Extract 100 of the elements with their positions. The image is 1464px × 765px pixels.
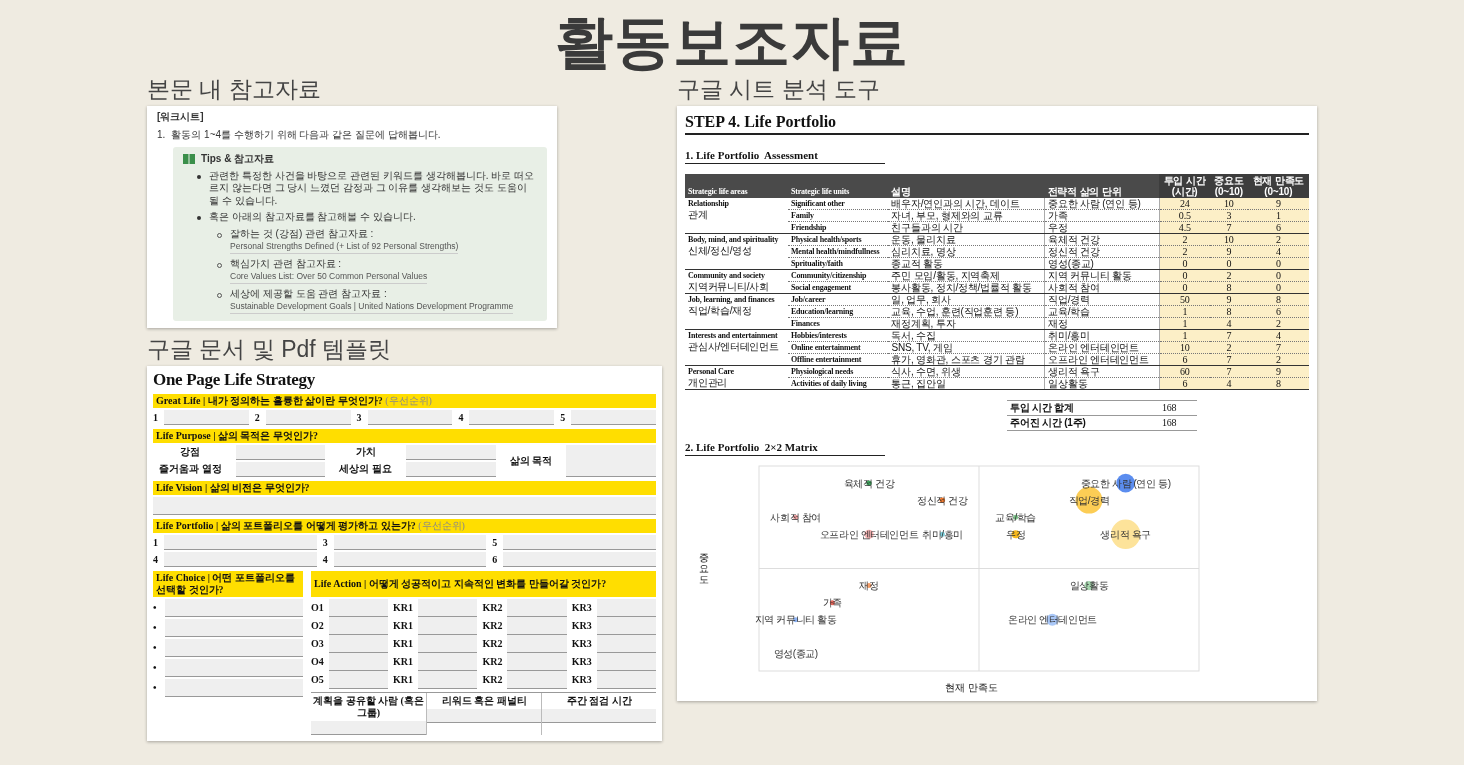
table-cell: 10 [1210,198,1248,210]
field-label: 즐거움과 열정 [158,462,223,476]
priority-note: (우선순위) [418,519,465,531]
table-cell: 식사, 수면, 위생 [888,365,1045,378]
table-cell: 교육, 수업, 훈련(직업훈련 등) [888,305,1045,318]
table-cell-text: Community and society [688,270,766,281]
table-cell: Community/citizenship [788,269,889,282]
key-result-label: KR3 [571,636,592,651]
section-heading: 본문 내 참고자료 [147,76,321,102]
table-cell-text: Interests and entertainment [688,330,779,341]
bubble-label: 재정 [859,580,879,592]
fill-in-field [328,598,389,617]
section-title: 2. Life Portfolio 2×2 Matrix [685,440,818,455]
bullet-mark: • [153,640,157,655]
sheet-title: STEP 4. Life Portfolio [685,112,837,132]
field-number: 4 [153,552,158,567]
key-result-label: KR2 [482,618,503,633]
field-label: 삶의 목적 [508,453,554,468]
bullet-mark: • [153,680,157,695]
table-cell: 오프라인 엔터테인먼트 [1044,353,1160,366]
reference-link[interactable]: Personal Strengths Defined (+ List of 92 Personal Strengths) [230,240,459,254]
bubble-label: 사회적 참여 [770,511,821,523]
table-cell-text: Relationship [688,198,730,209]
table-cell: 일, 업무, 회사 [888,293,1045,306]
table-cell: 주어진 시간 (1주) [1007,415,1159,431]
table-cell: Offline entertainment [788,353,889,366]
objective-label: O4 [311,654,324,669]
key-result-label: KR1 [393,654,414,669]
reference-link[interactable]: Core Values List: Over 50 Common Personal Values [230,270,428,284]
axis-label: 중요도 [699,552,709,585]
key-result-label: KR3 [571,654,592,669]
table-cell: Friendship [788,221,889,234]
field-number: 6 [492,552,498,567]
bubble-label: 일상활동 [1069,580,1109,592]
fill-in-field [418,598,478,617]
fill-in-field [596,598,656,617]
key-result-label: KR3 [571,672,592,687]
table-cell: 운동, 물리치료 [888,233,1045,246]
section-heading: 구글 시트 분석 도구 [677,76,881,102]
table-cell: 주민 모임/활동, 지역축제 [888,269,1045,282]
key-result-label: KR3 [571,600,592,615]
table-cell: SNS, TV, 게임 [888,341,1045,354]
table-cell-text: 개인관리 [688,377,729,389]
banner-text: Life Purpose | 삶의 목적은 무엇인가? [156,429,318,441]
bullet-mark: • [153,620,157,635]
bubble-label: 영성(종교) [773,648,818,660]
bullet-mark: • [153,660,157,675]
table-cell-text: 신체/정신/영성 [688,245,753,257]
field-number: 1 [153,535,158,550]
axis-label: 현재 만족도 [945,682,998,694]
field-number: 3 [322,535,328,550]
field-label: 가치 [354,445,377,459]
table-cell: 9 [1247,198,1309,210]
key-result-label: KR1 [393,618,414,633]
tip-text: 혹은 아래의 참고자료를 참고해볼 수 있습니다. [209,211,416,224]
field-label: 강점 [179,445,202,459]
bubble-label: 가족 [822,597,842,609]
table-cell: 일상활동 [1044,377,1160,390]
table-cell: Job/career [788,293,889,306]
table-cell-text: 관계 [688,209,709,221]
table-cell: 168 [1159,415,1197,431]
table-cell: Physical health/sports [788,233,889,246]
column-header: 투입 시간 (시간) [1159,174,1210,198]
column-header: 리워드 혹은 패널티 [440,693,528,708]
table-cell: 영성(종교) [1044,257,1160,270]
reference-label: 잘하는 것 (강점) 관련 참고자료 : [230,227,374,240]
worksheet-tag: [워크시트] [157,111,204,124]
banner-text: Life Choice | 어떤 포트폴리오를 선택할 것인가? [156,571,296,596]
bubble-label: 취미/흥미 [921,528,963,540]
column-header: 전략적 삶의 단위 [1044,174,1160,198]
bullet-icon [197,216,201,220]
table-cell: 재정 [1044,317,1160,330]
key-result-label: KR2 [482,672,503,687]
table-cell: 168 [1159,400,1197,416]
key-result-label: KR1 [393,600,414,615]
objective-label: O1 [311,600,324,615]
column-header: 계획을 공유할 사람 (혹은 그룹) [312,693,425,720]
key-result-label: KR1 [393,672,414,687]
table-cell: 봉사활동, 정치/정책/법률적 활동 [888,281,1045,294]
bubble-label: 교육/학습 [995,511,1037,523]
banner-text: Life Action | 어떻게 성공적이고 지속적인 변화를 만들어갈 것인가? [314,577,607,590]
table-cell: 심리치료, 명상 [888,245,1045,258]
table-cell: Mental health/mindfullness [788,245,889,258]
reference-link[interactable]: Sustainable Development Goals | United Nations Development Programme [230,300,514,314]
banner-text: Life Vision | 삶의 비전은 무엇인가? [156,481,310,493]
table-cell: 우정 [1044,221,1160,234]
column-header: 중요도 (0~10) [1210,174,1248,198]
table-cell-text: 지역커뮤니티/사회 [688,281,770,293]
table-cell: 휴가, 영화관, 스포츠 경기 관람 [888,353,1045,366]
table-cell: Physiological needs [788,365,889,378]
reference-label: 핵심가치 관련 참고자료 : [230,257,342,270]
table-cell: Hobbies/interests [788,329,889,342]
table-cell: 종교적 활동 [888,257,1045,270]
banner-text: Life Portfolio | 삶의 포트폴리오를 어떻게 평가하고 있는가? [156,519,416,531]
field-number: 3 [356,410,362,425]
column-header: 현재 만족도 (0~10) [1247,174,1309,198]
table-cell: 독서, 수집 [888,329,1045,342]
key-result-label: KR2 [482,636,503,651]
objective-label: O2 [311,618,324,633]
table-cell-text: 직업/학습/재정 [688,305,753,317]
